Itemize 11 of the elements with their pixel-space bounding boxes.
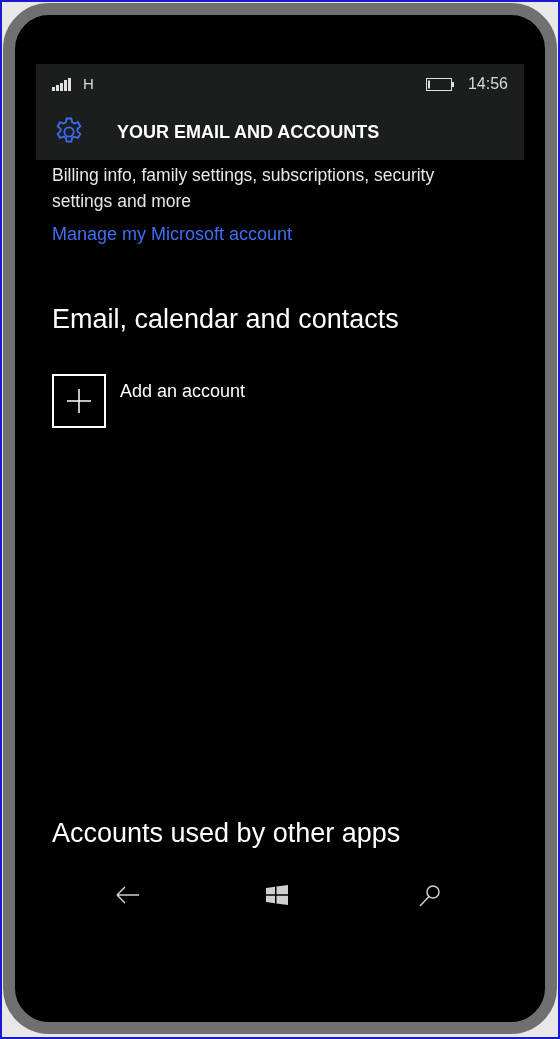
section-heading: Accounts used by other apps xyxy=(52,817,401,850)
manage-account-link[interactable]: Manage my Microsoft account xyxy=(52,222,293,246)
section-heading: Email, calendar and contacts xyxy=(52,303,399,336)
add-account-button[interactable]: Add an account xyxy=(52,374,246,428)
signal-icon xyxy=(52,77,72,91)
description-text: Billing info, family settings, subscriptions, security settings and more xyxy=(52,164,436,213)
page-title: YOUR EMAIL AND ACCOUNTS xyxy=(117,120,380,144)
battery-icon xyxy=(425,77,454,91)
network-type: H xyxy=(83,73,94,94)
plus-icon xyxy=(52,374,106,428)
clock-time: 14:56 xyxy=(467,74,508,94)
